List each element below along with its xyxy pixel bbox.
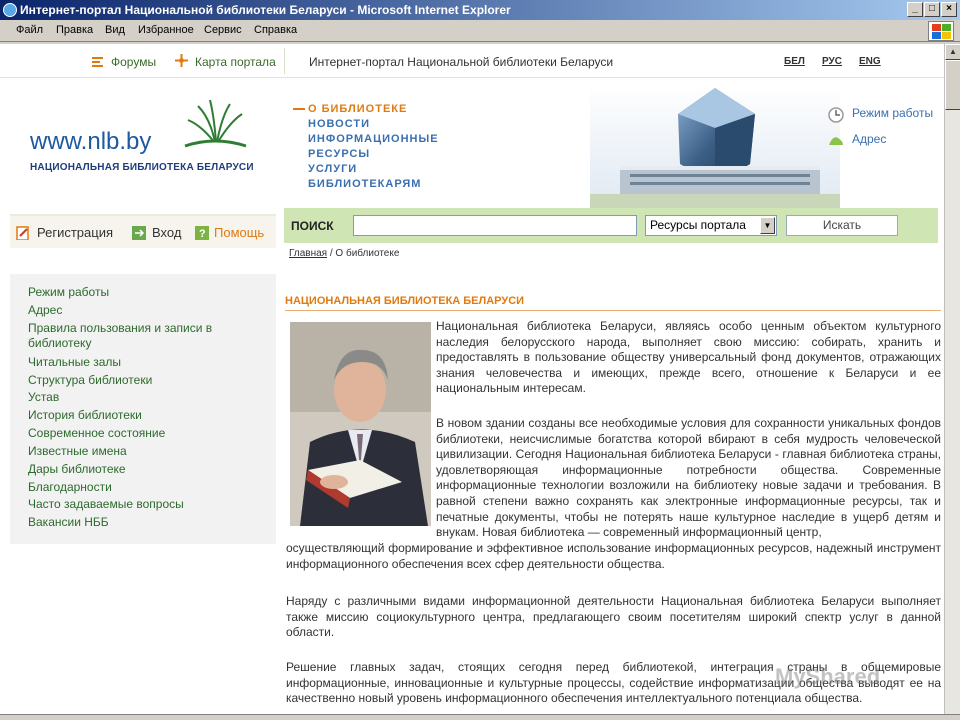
divider xyxy=(284,48,285,74)
menu-tools[interactable]: Сервис xyxy=(204,24,242,36)
sidebar-item-structure[interactable]: Структура библиотеки xyxy=(28,373,152,388)
search-button[interactable]: Искать xyxy=(786,215,898,236)
article-paragraph-2-cont: осуществляющий формирование и эффективно… xyxy=(286,541,941,571)
nav-librarians[interactable]: БИБЛИОТЕКАРЯМ xyxy=(293,177,493,192)
main-nav: О БИБЛИОТЕКЕ НОВОСТИ ИНФОРМАЦИОННЫЕ РЕСУ… xyxy=(293,102,493,192)
user-bar: Регистрация Вход ? Помощь xyxy=(10,214,276,248)
windows-logo-icon xyxy=(928,21,954,41)
director-photo xyxy=(290,322,431,526)
breadcrumb-home[interactable]: Главная xyxy=(289,248,327,259)
title-bar: Интернет-портал Национальной библиотеки … xyxy=(0,0,960,20)
nav-resources[interactable]: ИНФОРМАЦИОННЫЕ РЕСУРСЫ xyxy=(293,132,493,162)
sidebar-item-gifts[interactable]: Дары библиотеке xyxy=(28,462,126,477)
help-icon: ? xyxy=(195,226,209,240)
maximize-button[interactable]: □ xyxy=(924,2,940,17)
sidebar-item-thanks[interactable]: Благодарности xyxy=(28,480,112,495)
library-building-image xyxy=(590,84,840,208)
ie-icon xyxy=(3,3,17,17)
hours-link-row[interactable]: Режим работы xyxy=(828,106,933,132)
scroll-thumb[interactable] xyxy=(945,60,960,110)
search-input[interactable] xyxy=(353,215,637,236)
register-link[interactable]: Регистрация xyxy=(37,225,113,240)
svg-text:?: ? xyxy=(199,228,206,240)
logo-url: www.nlb.by xyxy=(30,128,152,155)
sidebar-item-vacancies[interactable]: Вакансии НББ xyxy=(28,515,109,530)
menu-edit[interactable]: Правка xyxy=(56,24,93,36)
sidebar-item-current-state[interactable]: Современное состояние xyxy=(28,426,165,441)
login-icon xyxy=(132,226,146,240)
sidebar-menu: Режим работы Адрес Правила пользования и… xyxy=(10,274,276,544)
logo-name: НАЦИОНАЛЬНАЯ БИБЛИОТЕКА БЕЛАРУСИ xyxy=(30,162,254,173)
watermark: MyShared xyxy=(775,664,881,689)
top-strip: Форумы Карта портала Интернет-портал Нац… xyxy=(0,44,944,78)
hours-link[interactable]: Режим работы xyxy=(852,106,933,120)
vertical-scrollbar[interactable]: ▲ xyxy=(944,44,960,714)
sidebar-item-charter[interactable]: Устав xyxy=(28,390,59,405)
article-paragraph-2: В новом здании созданы все необходимые у… xyxy=(436,416,941,540)
address-link[interactable]: Адрес xyxy=(852,132,886,146)
help-link[interactable]: Помощь xyxy=(214,225,264,240)
close-button[interactable]: × xyxy=(941,2,957,17)
sidebar-item-faq[interactable]: Часто задаваемые вопросы xyxy=(28,497,184,512)
menu-file[interactable]: Файл xyxy=(16,24,43,36)
chevron-down-icon[interactable]: ▼ xyxy=(760,217,775,234)
sitemap-link[interactable]: Карта портала xyxy=(195,55,276,69)
address-link-row[interactable]: Адрес xyxy=(828,132,933,158)
sitemap-icon xyxy=(175,54,188,67)
sidebar-item-address[interactable]: Адрес xyxy=(28,303,62,318)
status-bar xyxy=(0,714,960,720)
search-scope-select[interactable]: Ресурсы портала ▼ xyxy=(645,215,777,236)
menu-help[interactable]: Справка xyxy=(254,24,297,36)
window-title: Интернет-портал Национальной библиотеки … xyxy=(20,3,511,17)
sidebar-item-history[interactable]: История библиотеки xyxy=(28,408,142,423)
menu-bar: Файл Правка Вид Избранное Сервис Справка xyxy=(0,20,960,42)
search-bar: ПОИСК Ресурсы портала ▼ Искать xyxy=(284,208,938,243)
article-paragraph-3: Наряду с различными видами информационно… xyxy=(286,594,941,640)
right-links: Режим работы Адрес xyxy=(828,106,933,158)
nav-services[interactable]: УСЛУГИ xyxy=(293,162,493,177)
minimize-button[interactable]: _ xyxy=(907,2,923,17)
web-page: Форумы Карта портала Интернет-портал Нац… xyxy=(0,44,944,714)
breadcrumb: Главная / О библиотеке xyxy=(289,248,399,259)
register-icon xyxy=(16,226,29,240)
lang-bel[interactable]: БЕЛ xyxy=(784,56,805,67)
article-heading: НАЦИОНАЛЬНАЯ БИБЛИОТЕКА БЕЛАРУСИ xyxy=(285,295,941,311)
clock-icon xyxy=(828,107,844,123)
menu-view[interactable]: Вид xyxy=(105,24,125,36)
search-label: ПОИСК xyxy=(291,219,334,233)
site-logo[interactable]: www.nlb.by НАЦИОНАЛЬНАЯ БИБЛИОТЕКА БЕЛАР… xyxy=(30,98,270,178)
sidebar-item-hours[interactable]: Режим работы xyxy=(28,285,109,300)
nav-about[interactable]: О БИБЛИОТЕКЕ xyxy=(293,102,493,117)
login-link[interactable]: Вход xyxy=(152,225,181,240)
lang-eng[interactable]: ENG xyxy=(859,56,881,67)
forums-link[interactable]: Форумы xyxy=(111,55,156,69)
menu-favorites[interactable]: Избранное xyxy=(138,24,194,36)
sidebar-item-reading-rooms[interactable]: Читальные залы xyxy=(28,355,121,370)
lang-rus[interactable]: РУС xyxy=(822,56,842,67)
sidebar-item-rules[interactable]: Правила пользования и записи в библиотек… xyxy=(28,321,248,351)
portal-title: Интернет-портал Национальной библиотеки … xyxy=(309,55,614,69)
book-logo-icon xyxy=(184,99,247,148)
map-icon xyxy=(829,137,843,145)
forum-icon xyxy=(92,57,103,67)
search-scope-value: Ресурсы портала xyxy=(650,218,746,232)
article-paragraph-1: Национальная библиотека Беларуси, являяс… xyxy=(436,319,941,396)
scroll-up-icon[interactable]: ▲ xyxy=(945,44,960,60)
breadcrumb-current: О библиотеке xyxy=(335,248,400,259)
nav-news[interactable]: НОВОСТИ xyxy=(293,117,493,132)
sidebar-item-famous-names[interactable]: Известные имена xyxy=(28,444,127,459)
browser-window: Интернет-портал Национальной библиотеки … xyxy=(0,0,960,720)
